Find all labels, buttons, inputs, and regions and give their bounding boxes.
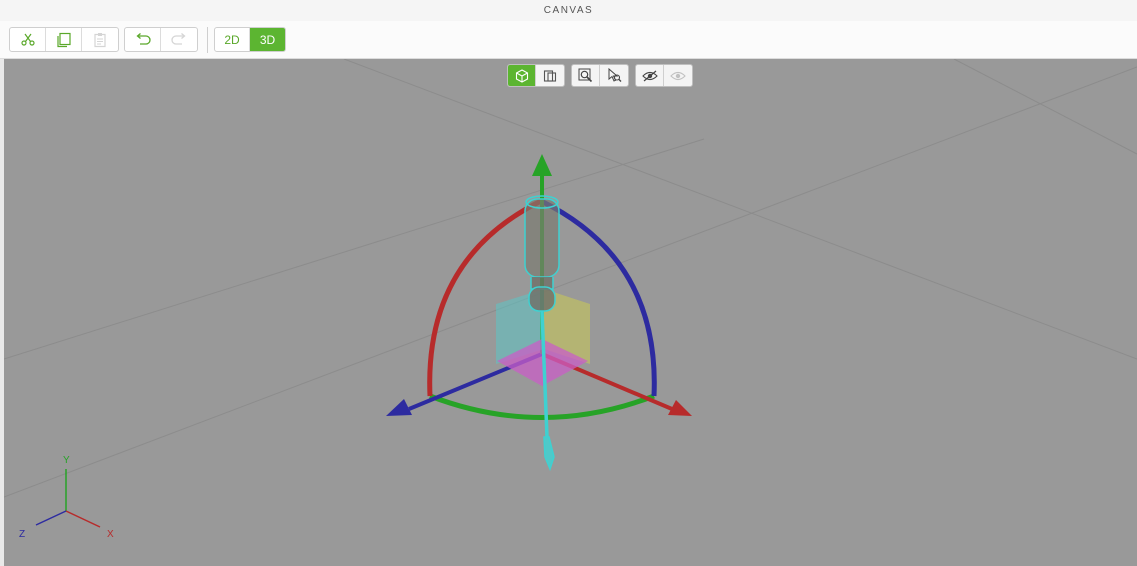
cube-view-icon <box>515 68 528 83</box>
hide-button[interactable] <box>636 65 664 86</box>
orientation-z-label: Z <box>19 529 25 540</box>
history-group <box>124 27 198 52</box>
redo-button[interactable] <box>161 28 197 51</box>
show-button[interactable] <box>664 65 692 86</box>
canvas-header: CANVAS <box>0 0 1137 22</box>
mode-2d-button[interactable]: 2D <box>215 28 250 51</box>
orientation-indicator: Y X Z <box>19 455 114 540</box>
visibility-group <box>635 64 693 87</box>
perspective-view-button[interactable] <box>508 65 536 86</box>
zoom-selection-button[interactable] <box>600 65 628 86</box>
mode-3d-button[interactable]: 3D <box>250 28 285 51</box>
z-axis-arrow[interactable] <box>386 399 412 416</box>
undo-button[interactable] <box>125 28 161 51</box>
paste-button[interactable] <box>82 28 118 51</box>
zoom-group <box>571 64 629 87</box>
scissors-icon <box>20 33 35 46</box>
scene: Y X Z <box>4 59 1137 540</box>
view-mode-group: 2D 3D <box>214 27 286 52</box>
canvas-title: CANVAS <box>543 5 594 16</box>
zoom-fit-button[interactable] <box>572 65 600 86</box>
orthographic-view-button[interactable] <box>536 65 564 86</box>
cut-button[interactable] <box>10 28 46 51</box>
hide-icon <box>641 70 658 81</box>
duplicate-button[interactable] <box>46 28 82 51</box>
main-toolbar: 2D 3D <box>0 21 1137 59</box>
orientation-x-label: X <box>107 529 114 540</box>
toolbar-divider <box>207 27 208 53</box>
y-rotation-arc <box>429 393 655 420</box>
panel-view-icon <box>543 69 557 82</box>
ground-grid <box>4 59 1137 498</box>
edit-group <box>9 27 119 52</box>
camera-view-group <box>507 64 565 87</box>
zoom-select-icon <box>608 68 621 82</box>
y-axis-arrow[interactable] <box>532 154 552 176</box>
undo-icon <box>135 32 151 45</box>
orientation-y-label: Y <box>63 455 70 466</box>
3d-viewport[interactable]: Y X Z <box>4 59 1137 566</box>
redo-icon <box>171 32 186 45</box>
duplicate-icon <box>56 32 71 47</box>
zoom-fit-icon <box>578 68 593 83</box>
show-icon <box>670 71 686 80</box>
paste-icon <box>94 32 106 47</box>
